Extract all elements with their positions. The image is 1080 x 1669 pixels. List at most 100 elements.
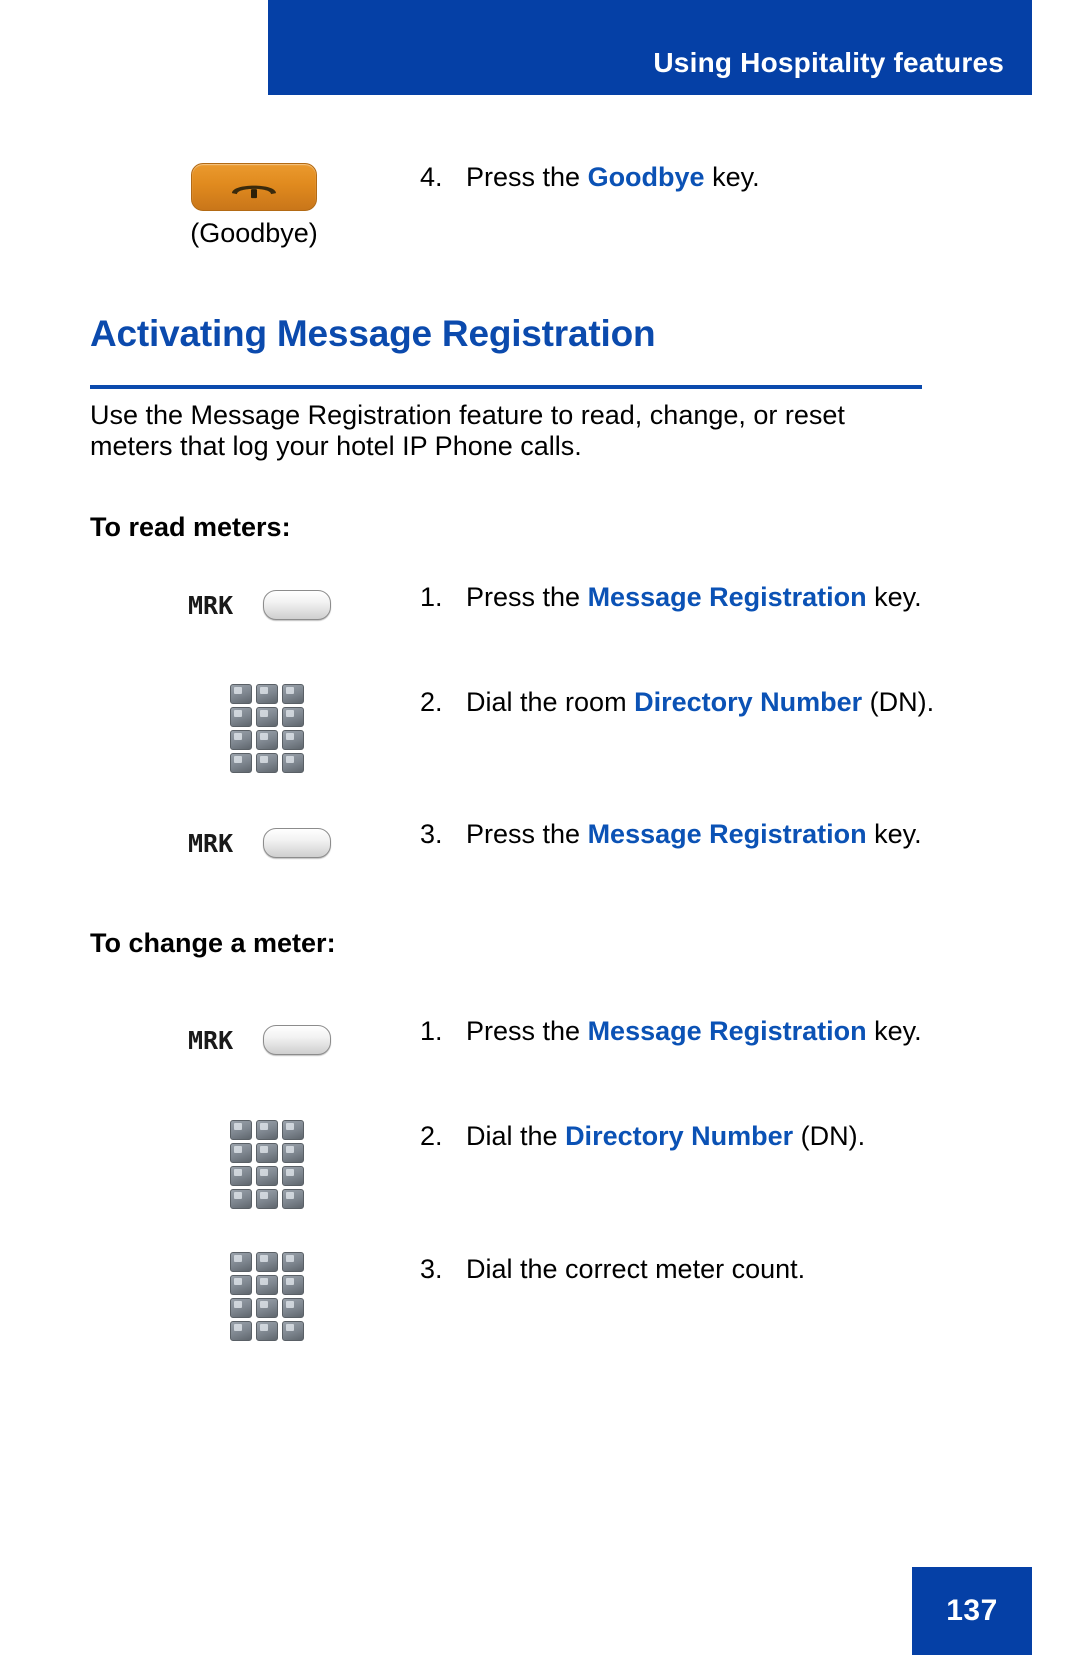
keypad-key [230, 684, 252, 704]
keypad-key [256, 1275, 278, 1295]
step-text-after: key. [866, 819, 922, 849]
step-number: 3. [420, 819, 443, 849]
keypad-key [256, 1252, 278, 1272]
keypad-key [256, 753, 278, 773]
page-number-box: 137 [912, 1567, 1032, 1655]
step-text-before: Press the [466, 1016, 588, 1046]
step-text: Dial the Directory Number (DN). [466, 1121, 865, 1152]
step-text: Press the Message Registration key. [466, 1016, 922, 1047]
keypad-key [230, 1298, 252, 1318]
step-text-before: Press the [466, 162, 588, 192]
keypad-key [256, 1321, 278, 1341]
goodbye-key-caption: (Goodbye) [190, 218, 318, 248]
step-number: 3. [420, 1254, 443, 1284]
step-text-before: Press the [466, 582, 588, 612]
step-keyword: Directory Number [565, 1121, 794, 1151]
goodbye-key-button [191, 163, 317, 211]
section-body-text: Use the Message Registration feature to … [90, 400, 845, 461]
step-text-after: key. [866, 1016, 922, 1046]
dialpad-keypad-icon-2 [230, 1120, 304, 1209]
keypad-key [282, 707, 304, 727]
telephone-handset-icon [232, 185, 276, 199]
step-text-after: key. [866, 582, 922, 612]
step-text-before: Press the [466, 819, 588, 849]
keypad-key [282, 1166, 304, 1186]
keypad-key [256, 730, 278, 750]
mrk-key-label: MRK [188, 590, 234, 620]
keypad-key [230, 1120, 252, 1140]
keypad-key [230, 753, 252, 773]
page-header-band: Using Hospitality features [268, 0, 1032, 95]
step-keyword: Message Registration [587, 582, 867, 612]
mrk-feature-key-illustration-2: MRK [188, 828, 332, 858]
step-text-before: Dial the correct meter count. [466, 1254, 806, 1284]
dialpad-keypad-icon-3 [230, 1252, 304, 1341]
mrk-feature-key-illustration-1: MRK [188, 590, 332, 620]
keypad-key [256, 1166, 278, 1186]
step-row-goodbye: 4. Press the Goodbye key. [420, 162, 1020, 193]
step-text-before: Dial the room [466, 687, 635, 717]
step-row-change-3: 3. Dial the correct meter count. [420, 1254, 1020, 1285]
keypad-key [230, 730, 252, 750]
keypad-key [282, 684, 304, 704]
step-text: Dial the correct meter count. [466, 1254, 805, 1285]
step-number: 1. [420, 582, 443, 612]
step-row-read-3: 3. Press the Message Registration key. [420, 819, 1020, 850]
keypad-key [230, 707, 252, 727]
feature-softkey-button [263, 828, 332, 858]
step-number: 1. [420, 1016, 443, 1046]
mrk-key-label: MRK [188, 1025, 234, 1055]
keypad-key [256, 1189, 278, 1209]
step-text: Press the Goodbye key. [466, 162, 760, 193]
page-number: 137 [946, 1594, 998, 1627]
step-row-change-2: 2. Dial the Directory Number (DN). [420, 1121, 1020, 1152]
step-number: 4. [420, 162, 443, 192]
keypad-key [282, 1143, 304, 1163]
feature-softkey-button [263, 590, 332, 620]
step-keyword: Directory Number [634, 687, 863, 717]
keypad-key [230, 1166, 252, 1186]
keypad-key [256, 1120, 278, 1140]
keypad-key [282, 1252, 304, 1272]
feature-softkey-button [263, 1025, 332, 1055]
step-text: Press the Message Registration key. [466, 582, 922, 613]
keypad-key [256, 684, 278, 704]
step-text-after: key. [704, 162, 760, 192]
subheading-to-change-a-meter: To change a meter: [90, 928, 336, 958]
keypad-key [230, 1321, 252, 1341]
keypad-key [282, 1189, 304, 1209]
step-keyword: Message Registration [587, 819, 867, 849]
keypad-key [230, 1189, 252, 1209]
step-text-after: (DN). [793, 1121, 866, 1151]
page-title: Activating Message Registration [90, 313, 656, 354]
mrk-feature-key-illustration-3: MRK [188, 1025, 332, 1055]
step-number: 2. [420, 687, 443, 717]
subheading-to-read-meters: To read meters: [90, 512, 291, 542]
keypad-key [256, 707, 278, 727]
step-row-read-2: 2. Dial the room Directory Number (DN). [420, 687, 1020, 718]
keypad-key [256, 1143, 278, 1163]
keypad-key [282, 1275, 304, 1295]
step-row-read-1: 1. Press the Message Registration key. [420, 582, 1020, 613]
goodbye-key-illustration: (Goodbye) [190, 163, 318, 247]
keypad-key [282, 753, 304, 773]
mrk-key-label: MRK [188, 828, 234, 858]
keypad-key [282, 1120, 304, 1140]
heading-divider [90, 385, 922, 389]
step-text-before: Dial the [466, 1121, 566, 1151]
keypad-key [230, 1143, 252, 1163]
keypad-key [282, 1321, 304, 1341]
step-row-change-1: 1. Press the Message Registration key. [420, 1016, 1020, 1047]
keypad-key [256, 1298, 278, 1318]
step-keyword: Message Registration [587, 1016, 867, 1046]
dialpad-keypad-icon-1 [230, 684, 304, 773]
step-text-after: (DN). [862, 687, 935, 717]
keypad-key [230, 1252, 252, 1272]
keypad-key [230, 1275, 252, 1295]
step-number: 2. [420, 1121, 443, 1151]
step-text: Dial the room Directory Number (DN). [466, 687, 934, 718]
keypad-key [282, 730, 304, 750]
keypad-key [282, 1298, 304, 1318]
page-header-title: Using Hospitality features [653, 47, 1004, 78]
step-keyword: Goodbye [587, 162, 705, 192]
